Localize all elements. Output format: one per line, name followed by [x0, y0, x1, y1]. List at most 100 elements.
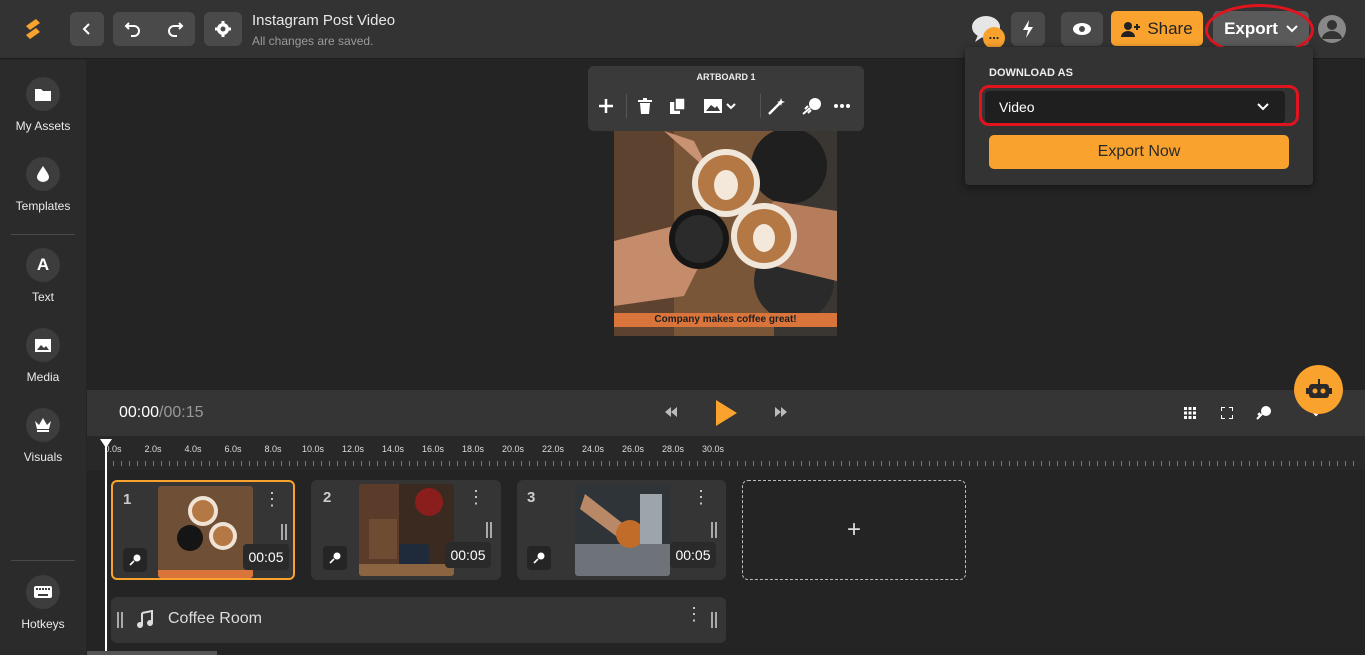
more-options-icon[interactable] [834, 94, 850, 118]
sidebar-item-my-assets[interactable]: My Assets [0, 77, 86, 133]
music-note-icon [137, 610, 153, 628]
ruler-tick [121, 461, 122, 466]
play-icon[interactable] [714, 399, 738, 427]
clip-animation-button[interactable] [527, 546, 551, 570]
back-button[interactable] [70, 12, 104, 46]
ruler-tick [225, 461, 226, 466]
ruler-tick [961, 461, 962, 466]
horizontal-scrollbar[interactable] [87, 651, 217, 655]
timeline-clip[interactable]: 2 ⋮ 00:05 [311, 480, 501, 580]
export-now-button[interactable]: Export Now [989, 135, 1289, 169]
timeline-clip[interactable]: 3 ⋮ 00:05 [517, 480, 726, 580]
rewind-icon[interactable] [664, 406, 678, 418]
ruler-tick [801, 461, 802, 466]
gear-icon [215, 21, 231, 37]
timeline-ruler[interactable]: 0.0s 2.0s 4.0s 6.0s 8.0s 10.0s 12.0s 14.0s 16.0s… [87, 436, 1365, 470]
quick-actions-button[interactable] [1011, 12, 1045, 46]
clip-menu-icon[interactable]: ⋮ [467, 488, 485, 506]
ruler-tick [241, 461, 242, 466]
clip-animation-button[interactable] [323, 546, 347, 570]
animation-icon[interactable] [1256, 405, 1272, 420]
ruler-tick [881, 461, 882, 466]
ruler-tick [1073, 461, 1074, 466]
audio-drag-handle-right[interactable] [711, 612, 717, 628]
lightning-icon [1023, 20, 1033, 38]
ruler-tick [865, 461, 866, 466]
ruler-tick [705, 461, 706, 466]
ruler-tick [529, 461, 530, 466]
ruler-tick [985, 461, 986, 466]
user-avatar-icon[interactable] [1317, 14, 1347, 44]
grid-view-icon[interactable] [1184, 407, 1196, 419]
ruler-tick [681, 461, 682, 466]
ruler-tick [1081, 461, 1082, 466]
sidebar-item-hotkeys[interactable]: Hotkeys [0, 575, 86, 631]
ruler-tick [297, 461, 298, 466]
clip-animation-button[interactable] [123, 548, 147, 572]
ruler-tick-label: 10.0s [301, 444, 325, 454]
assistant-bot-button[interactable] [1294, 365, 1343, 414]
duplicate-icon[interactable] [670, 94, 686, 118]
clip-drag-handle[interactable] [711, 522, 717, 538]
timeline-clip[interactable]: 1 ⋮ 00:05 [111, 480, 295, 580]
total-time: 00:15 [163, 404, 204, 421]
ruler-tick [857, 461, 858, 466]
format-highlight-ring [979, 85, 1299, 126]
ruler-tick [993, 461, 994, 466]
clip-menu-icon[interactable]: ⋮ [692, 488, 710, 506]
project-title[interactable]: Instagram Post Video [252, 12, 395, 29]
playhead-handle-icon[interactable] [100, 439, 112, 449]
clip-number: 3 [527, 489, 536, 506]
preview-button[interactable] [1061, 12, 1103, 46]
current-time: 00:00 [119, 404, 160, 421]
audio-menu-icon[interactable]: ⋮ [685, 605, 703, 623]
animation-icon[interactable] [802, 94, 822, 118]
ruler-tick [729, 461, 730, 466]
left-sidebar: My Assets Templates A Text Media Visuals… [0, 60, 86, 655]
ruler-tick [393, 461, 394, 466]
fast-forward-icon[interactable] [774, 406, 788, 418]
sidebar-item-templates[interactable]: Templates [0, 157, 86, 213]
artboard-canvas[interactable]: Company makes coffee great! [614, 131, 837, 336]
artboard-caption[interactable]: Company makes coffee great! [614, 313, 837, 327]
share-button[interactable]: Share [1111, 11, 1203, 46]
sidebar-item-visuals[interactable]: Visuals [0, 408, 86, 464]
folder-icon [26, 77, 60, 111]
undo-icon[interactable] [123, 19, 143, 39]
ruler-tick [657, 461, 658, 466]
ruler-tick [601, 461, 602, 466]
ruler-tick [889, 461, 890, 466]
audio-track[interactable]: Coffee Room ⋮ [111, 597, 726, 643]
app-logo-icon[interactable] [20, 16, 46, 42]
redo-icon[interactable] [165, 19, 185, 39]
clip-drag-handle[interactable] [486, 522, 492, 538]
ruler-tick [209, 461, 210, 466]
ruler-tick [849, 461, 850, 466]
background-image-icon[interactable] [704, 94, 736, 118]
ruler-tick [937, 461, 938, 466]
sidebar-item-text[interactable]: A Text [0, 248, 86, 304]
ruler-tick [697, 461, 698, 466]
ruler-tick [1321, 461, 1322, 466]
ruler-tick [929, 461, 930, 466]
playhead[interactable] [100, 439, 112, 655]
sidebar-item-media[interactable]: Media [0, 328, 86, 384]
settings-button[interactable] [204, 12, 242, 46]
ruler-tick [497, 461, 498, 466]
ruler-tick [1289, 461, 1290, 466]
animation-icon [533, 552, 545, 564]
ruler-tick [193, 461, 194, 466]
magic-wand-icon[interactable] [768, 94, 786, 118]
add-clip-button[interactable]: + [742, 480, 966, 580]
ruler-tick [385, 461, 386, 466]
delete-icon[interactable] [638, 94, 652, 118]
ruler-tick [1169, 461, 1170, 466]
fullscreen-icon[interactable] [1221, 407, 1233, 419]
ruler-tick-label: 14.0s [381, 444, 405, 454]
toolbar-divider [626, 94, 627, 118]
add-artboard-icon[interactable] [598, 94, 614, 118]
audio-drag-handle-left[interactable] [117, 612, 123, 628]
clip-menu-icon[interactable]: ⋮ [263, 490, 281, 508]
clip-drag-handle[interactable] [281, 524, 287, 540]
ruler-tick [401, 461, 402, 466]
